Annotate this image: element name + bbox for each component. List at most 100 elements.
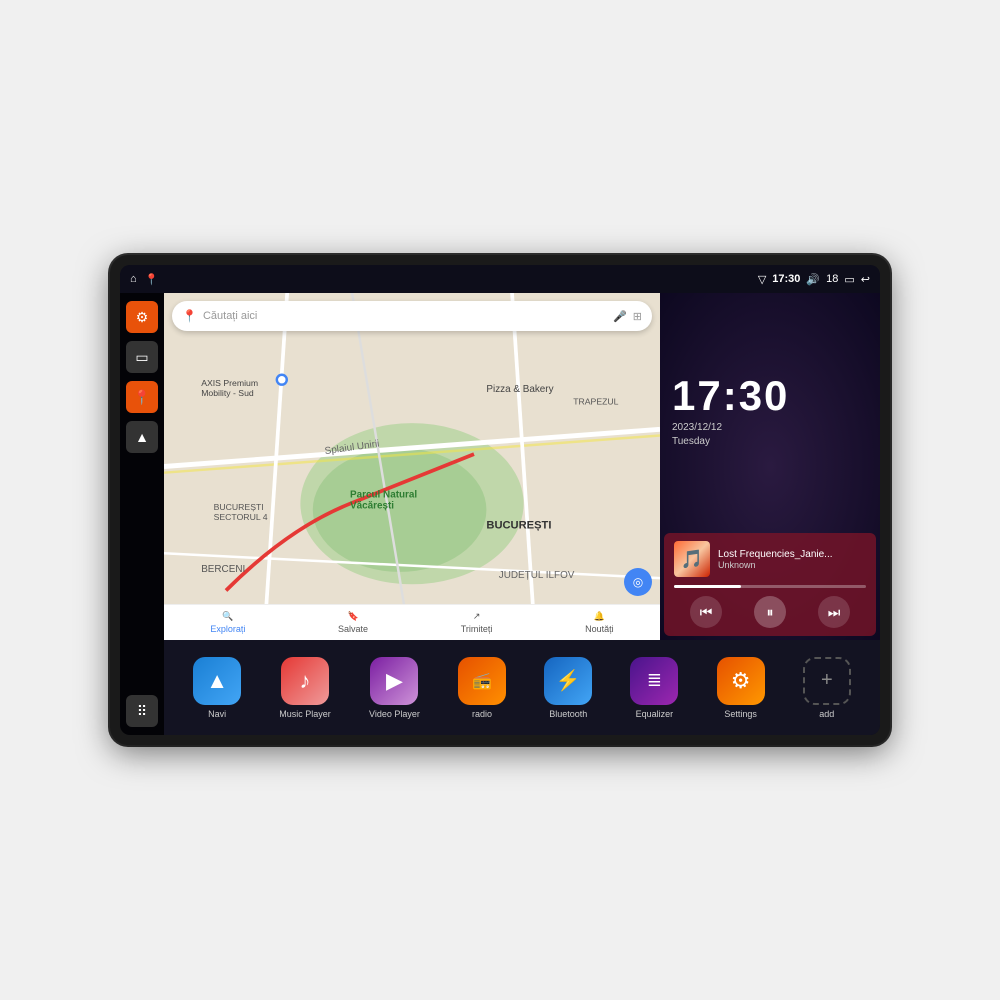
svg-text:JUDEȚUL ILFOV: JUDEȚUL ILFOV bbox=[499, 570, 575, 581]
radio-app[interactable]: 📻 radio bbox=[458, 657, 506, 719]
status-left: ⌂ 📍 bbox=[130, 273, 158, 286]
add-icon-box: + bbox=[803, 657, 851, 705]
settings-icon-box: ⚙ bbox=[717, 657, 765, 705]
volume-icon: 🔊 bbox=[806, 273, 820, 286]
pause-button[interactable]: ⏸ bbox=[754, 596, 786, 628]
sidebar-files-btn[interactable]: ▭ bbox=[126, 341, 158, 373]
prev-button[interactable]: ⏮ bbox=[690, 596, 722, 628]
wifi-icon: ▽ bbox=[758, 273, 766, 286]
svg-text:Pizza & Bakery: Pizza & Bakery bbox=[486, 384, 553, 395]
navi-app[interactable]: ▲ Navi bbox=[193, 657, 241, 719]
status-bar: ⌂ 📍 ▽ 17:30 🔊 18 ▭ ↩ bbox=[120, 265, 880, 293]
map-status-icon[interactable]: 📍 bbox=[145, 273, 159, 286]
music-label: Music Player bbox=[279, 709, 331, 719]
svg-text:BERCENI: BERCENI bbox=[201, 564, 245, 575]
content-area: Splaiul Unirii BUCUREȘTI JUDEȚUL ILFOV B… bbox=[164, 293, 880, 735]
equalizer-label: Equalizer bbox=[636, 709, 674, 719]
progress-fill bbox=[674, 585, 741, 588]
car-head-unit: ⌂ 📍 ▽ 17:30 🔊 18 ▭ ↩ ⚙ ▭ bbox=[110, 255, 890, 745]
battery-level: 18 bbox=[826, 273, 838, 285]
add-label: add bbox=[819, 709, 834, 719]
search-placeholder: Căutați aici bbox=[203, 310, 607, 322]
svg-text:TRAPEZUL: TRAPEZUL bbox=[573, 397, 618, 407]
next-button[interactable]: ⏭ bbox=[818, 596, 850, 628]
right-panel: 17:30 2023/12/12 Tuesday 🎵 Lost Frequenc… bbox=[660, 293, 880, 640]
date-display: 2023/12/12 Tuesday bbox=[672, 421, 868, 449]
music-info: 🎵 Lost Frequencies_Janie... Unknown bbox=[674, 541, 866, 577]
target-icon: ◎ bbox=[633, 575, 643, 589]
left-sidebar: ⚙ ▭ 📍 ▲ ⠿ bbox=[120, 293, 164, 735]
sidebar-map-btn[interactable]: 📍 bbox=[126, 381, 158, 413]
video-label: Video Player bbox=[369, 709, 420, 719]
clock-display: 17:30 bbox=[672, 375, 868, 417]
video-icon-box: ▶ bbox=[370, 657, 418, 705]
google-maps-icon: 📍 bbox=[182, 309, 197, 323]
music-player: 🎵 Lost Frequencies_Janie... Unknown bbox=[664, 533, 876, 636]
map-background: Splaiul Unirii BUCUREȘTI JUDEȚUL ILFOV B… bbox=[164, 293, 660, 640]
navi-icon: ▲ bbox=[206, 668, 228, 694]
explore-tab[interactable]: 🔍 Explorați bbox=[210, 611, 245, 634]
location-fab[interactable]: ◎ bbox=[624, 568, 652, 596]
top-section: Splaiul Unirii BUCUREȘTI JUDEȚUL ILFOV B… bbox=[164, 293, 880, 640]
gear-icon: ⚙ bbox=[136, 309, 149, 326]
nav-arrow-icon: ▲ bbox=[135, 429, 149, 445]
svg-text:Parcul Natural: Parcul Natural bbox=[350, 490, 417, 501]
status-right: ▽ 17:30 🔊 18 ▭ ↩ bbox=[758, 273, 870, 286]
track-name: Lost Frequencies_Janie... bbox=[718, 549, 866, 560]
svg-text:AXIS Premium: AXIS Premium bbox=[201, 378, 258, 388]
battery-icon: ▭ bbox=[844, 273, 854, 286]
equalizer-icon-box: ≣ bbox=[630, 657, 678, 705]
settings-icon: ⚙ bbox=[731, 668, 751, 694]
sidebar-nav-btn[interactable]: ▲ bbox=[126, 421, 158, 453]
map-area[interactable]: Splaiul Unirii BUCUREȘTI JUDEȚUL ILFOV B… bbox=[164, 293, 660, 640]
track-artist: Unknown bbox=[718, 560, 866, 570]
apps-bar: ▲ Navi ♪ Music Player ▶ V bbox=[164, 640, 880, 735]
back-icon[interactable]: ↩ bbox=[861, 273, 870, 286]
sidebar-settings-btn[interactable]: ⚙ bbox=[126, 301, 158, 333]
folder-icon: ▭ bbox=[135, 349, 148, 366]
updates-tab[interactable]: 🔔 Noutăți bbox=[585, 611, 614, 634]
radio-label: radio bbox=[472, 709, 492, 719]
radio-icon-box: 📻 bbox=[458, 657, 506, 705]
album-art: 🎵 bbox=[674, 541, 710, 577]
share-tab[interactable]: ↗ Trimiteți bbox=[461, 611, 493, 634]
bell-icon: 🔔 bbox=[594, 611, 605, 622]
map-bottom-bar: 🔍 Explorați 🔖 Salvate ↗ Trimiteți bbox=[164, 604, 660, 640]
screen: ⌂ 📍 ▽ 17:30 🔊 18 ▭ ↩ ⚙ ▭ bbox=[120, 265, 880, 735]
date-line2: Tuesday bbox=[672, 436, 710, 447]
video-app[interactable]: ▶ Video Player bbox=[369, 657, 420, 719]
music-controls: ⏮ ⏸ ⏭ bbox=[674, 596, 866, 628]
bluetooth-app[interactable]: ⚡ Bluetooth bbox=[544, 657, 592, 719]
status-time: 17:30 bbox=[772, 273, 800, 285]
progress-bar[interactable] bbox=[674, 585, 866, 588]
layers-icon[interactable]: ⊞ bbox=[633, 310, 642, 323]
track-info: Lost Frequencies_Janie... Unknown bbox=[718, 549, 866, 570]
settings-app[interactable]: ⚙ Settings bbox=[717, 657, 765, 719]
home-icon[interactable]: ⌂ bbox=[130, 273, 137, 285]
map-search-bar[interactable]: 📍 Căutați aici 🎤 ⊞ bbox=[172, 301, 652, 331]
navi-label: Navi bbox=[208, 709, 226, 719]
video-icon: ▶ bbox=[386, 668, 403, 694]
clock-section: 17:30 2023/12/12 Tuesday bbox=[660, 293, 880, 529]
explore-icon: 🔍 bbox=[222, 611, 233, 622]
music-app[interactable]: ♪ Music Player bbox=[279, 657, 331, 719]
navi-icon-box: ▲ bbox=[193, 657, 241, 705]
svg-text:BUCUREȘTI: BUCUREȘTI bbox=[214, 502, 264, 512]
sidebar-apps-btn[interactable]: ⠿ bbox=[126, 695, 158, 727]
equalizer-app[interactable]: ≣ Equalizer bbox=[630, 657, 678, 719]
music-icon: ♪ bbox=[300, 668, 311, 694]
grid-icon: ⠿ bbox=[137, 703, 147, 720]
svg-text:Văcărești: Văcărești bbox=[350, 501, 394, 512]
share-icon: ↗ bbox=[473, 611, 481, 622]
add-app[interactable]: + add bbox=[803, 657, 851, 719]
music-icon-box: ♪ bbox=[281, 657, 329, 705]
add-icon: + bbox=[821, 669, 833, 692]
saved-tab[interactable]: 🔖 Salvate bbox=[338, 611, 368, 634]
bookmark-icon: 🔖 bbox=[347, 611, 358, 622]
microphone-icon[interactable]: 🎤 bbox=[613, 310, 627, 323]
main-content: ⚙ ▭ 📍 ▲ ⠿ bbox=[120, 293, 880, 735]
radio-icon: 📻 bbox=[472, 671, 492, 691]
svg-text:BUCUREȘTI: BUCUREȘTI bbox=[486, 520, 551, 532]
svg-text:SECTORUL 4: SECTORUL 4 bbox=[214, 512, 268, 522]
pin-icon: 📍 bbox=[133, 389, 150, 406]
